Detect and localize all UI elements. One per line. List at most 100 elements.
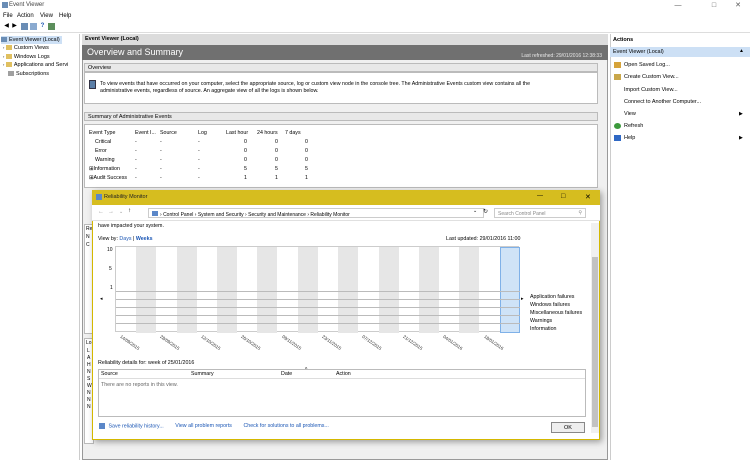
window-title: Event Viewer [9, 2, 45, 8]
reliability-title-bar[interactable]: Reliability Monitor — □ ✕ [92, 190, 600, 205]
tree-item-custom-views[interactable]: › Custom Views [3, 44, 49, 52]
help-icon[interactable]: ? [39, 23, 46, 30]
overview-section-header[interactable]: Overview [84, 63, 598, 72]
menu-file[interactable]: File [3, 13, 13, 19]
expand-icon[interactable]: › [3, 62, 4, 67]
chart-column[interactable] [318, 247, 338, 333]
chart-column-selected[interactable] [499, 247, 520, 333]
col-summary[interactable]: Summary [191, 371, 214, 377]
action-refresh[interactable]: Refresh [624, 123, 643, 129]
col-event-type[interactable]: Event Type [87, 128, 133, 137]
chart-column[interactable] [459, 247, 480, 333]
table-row[interactable]: Warning - - - 0 0 0 [87, 155, 313, 164]
chart-column[interactable] [257, 247, 278, 333]
col-action[interactable]: Action [336, 371, 351, 377]
chart-column[interactable] [116, 247, 136, 333]
forward-icon[interactable]: ▶ [11, 23, 18, 30]
chart-column[interactable] [399, 247, 419, 333]
summary-section-header[interactable]: Summary of Administrative Events [84, 112, 598, 121]
col-source[interactable]: Source [101, 371, 118, 377]
chart-column[interactable] [197, 247, 217, 333]
check-solutions-link[interactable]: Check for solutions to all problems... [243, 423, 328, 429]
up-icon[interactable]: ↑ [128, 208, 131, 214]
chart-column[interactable] [358, 247, 378, 333]
action-create-custom-view[interactable]: Create Custom View... [624, 74, 679, 80]
tree-item-subscriptions[interactable]: Subscriptions [8, 70, 49, 78]
table-row[interactable]: ⊞Information - - - 5 5 5 [87, 164, 313, 173]
console-tree-icon[interactable] [21, 23, 28, 30]
maximize-button[interactable]: □ [702, 0, 726, 11]
col-7-days[interactable]: 7 days [283, 128, 313, 137]
chart-column[interactable] [419, 247, 439, 333]
action-view[interactable]: View [624, 111, 636, 117]
stability-chart[interactable] [115, 246, 520, 333]
address-dropdown-icon[interactable]: ⌄ [473, 208, 477, 214]
action-import-custom-view[interactable]: Import Custom View... [624, 87, 678, 93]
dialog-scrollbar[interactable] [591, 223, 599, 433]
cell-log: - [198, 138, 200, 145]
tree-item-applications-services[interactable]: › Applications and Servi [3, 61, 68, 69]
action-connect-computer[interactable]: Connect to Another Computer... [624, 99, 701, 105]
chart-column[interactable] [237, 247, 257, 333]
col-source[interactable]: Source [158, 128, 196, 137]
col-last-hour[interactable]: Last hour [224, 128, 255, 137]
table-row[interactable]: ⊞Audit Success - - - 1 1 1 [87, 173, 313, 182]
refresh-icon[interactable]: ↻ [483, 208, 488, 215]
overview-label: Overview [88, 65, 111, 71]
tree-item-windows-logs[interactable]: › Windows Logs [3, 53, 50, 61]
search-input[interactable]: Search Control Panel ⚲ [494, 208, 586, 218]
forward-icon[interactable]: → [108, 209, 114, 215]
col-event-id[interactable]: Event I... [133, 128, 158, 137]
breadcrumb-system-security[interactable]: System and Security [198, 212, 244, 218]
col-log[interactable]: Log [196, 128, 224, 137]
col-date[interactable]: Date [281, 371, 292, 377]
menu-help[interactable]: Help [59, 13, 71, 19]
breadcrumb[interactable]: › Control Panel › System and Security › … [148, 208, 484, 218]
maximize-button[interactable]: □ [561, 193, 565, 200]
chart-column[interactable] [338, 247, 359, 333]
chart-column[interactable] [217, 247, 237, 333]
actions-selected-node[interactable]: Event Viewer (Local) ▲ [610, 47, 750, 57]
col-24-hours[interactable]: 24 hours [255, 128, 283, 137]
expand-icon[interactable]: › [3, 54, 4, 59]
chart-column[interactable] [278, 247, 298, 333]
minimize-button[interactable]: — [537, 193, 543, 199]
view-all-reports-link[interactable]: View all problem reports [175, 423, 232, 429]
show-pane-icon[interactable] [48, 23, 55, 30]
chart-column[interactable] [480, 247, 500, 333]
expand-icon[interactable]: › [3, 45, 4, 50]
chart-column[interactable] [297, 247, 318, 333]
back-icon[interactable]: ← [98, 209, 104, 215]
cell-log: - [198, 147, 200, 154]
back-icon[interactable]: ◀ [3, 23, 10, 30]
save-history-link[interactable]: Save reliability history... [108, 423, 163, 429]
breadcrumb-control-panel[interactable]: Control Panel [163, 212, 193, 218]
chart-column[interactable] [439, 247, 459, 333]
action-open-saved-log[interactable]: Open Saved Log... [624, 62, 670, 68]
menu-view[interactable]: View [40, 13, 53, 19]
menu-action[interactable]: Action [17, 13, 34, 19]
chart-column[interactable] [136, 247, 157, 333]
chart-column[interactable] [156, 247, 176, 333]
table-row[interactable]: Critical - - - 0 0 0 [87, 137, 313, 146]
cell-event-id: - [135, 165, 137, 172]
tree-item-event-viewer[interactable]: Event Viewer (Local) [1, 36, 62, 44]
properties-icon[interactable] [30, 23, 37, 30]
recent-dropdown-icon[interactable]: ⌄ [119, 209, 123, 215]
collapse-up-icon[interactable]: ▲ [739, 48, 744, 54]
scroll-left-icon[interactable]: ◂ [100, 296, 103, 302]
view-weeks-link[interactable]: Weeks [136, 236, 153, 242]
chart-column[interactable] [378, 247, 399, 333]
breadcrumb-reliability-monitor[interactable]: Reliability Monitor [310, 212, 349, 218]
action-help[interactable]: Help [624, 135, 635, 141]
breadcrumb-security-maintenance[interactable]: Security and Maintenance [248, 212, 306, 218]
scrollbar-thumb[interactable] [592, 257, 598, 427]
chart-column[interactable] [176, 247, 197, 333]
scroll-right-icon[interactable]: ▸ [521, 296, 524, 302]
table-row[interactable]: Error - - - 0 0 0 [87, 146, 313, 155]
close-button[interactable]: ✕ [726, 0, 750, 11]
ok-button[interactable]: OK [551, 422, 585, 433]
minimize-button[interactable]: — [666, 0, 690, 11]
close-button[interactable]: ✕ [585, 193, 591, 201]
view-days-link[interactable]: Days [119, 236, 131, 242]
